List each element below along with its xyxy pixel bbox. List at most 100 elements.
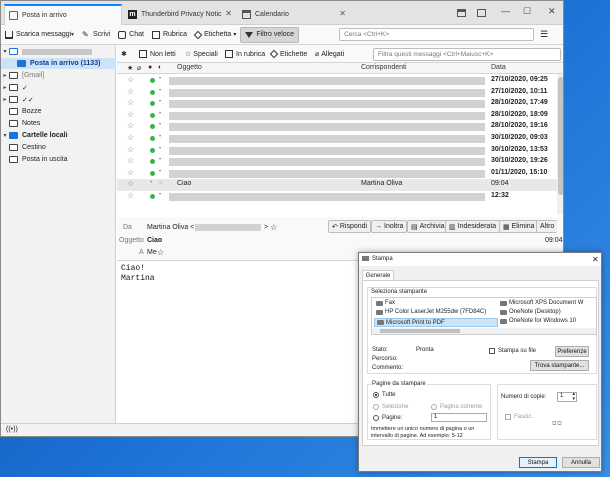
junk-status-icon[interactable]: • [159, 99, 161, 105]
preferences-button[interactable]: Preferenze [555, 346, 589, 357]
table-row[interactable]: ☆ • 27/10/2020, 09:25 [117, 75, 557, 87]
write-button[interactable]: ✎ Scrivi [78, 27, 114, 43]
filter-starred-button[interactable]: ☆ Speciali [185, 48, 218, 60]
delete-button[interactable]: ▦ Elimina [499, 220, 539, 233]
all-pages-radio[interactable] [373, 392, 379, 398]
attachment-column-icon[interactable]: ⌀ [137, 64, 141, 72]
filter-tags-button[interactable]: Etichette [269, 48, 307, 60]
table-row[interactable]: ☆ • 30/10/2020, 19:26 [117, 156, 557, 168]
junk-status-icon[interactable]: • [159, 111, 161, 117]
spinner-icon[interactable]: ▴ ▾ [572, 392, 575, 402]
junk-status-icon[interactable]: • [159, 76, 161, 82]
account-row[interactable]: ▾ [1, 46, 116, 57]
expand-icon[interactable]: ▸ [1, 96, 9, 103]
junk-status-icon[interactable]: • [159, 192, 161, 198]
from-name[interactable]: Martina Oliva < [147, 224, 194, 231]
star-icon[interactable]: ☆ [270, 223, 277, 232]
star-icon[interactable]: ☆ [127, 156, 134, 165]
find-printer-button[interactable]: Trova stampante... [530, 360, 589, 371]
print-button[interactable]: Stampa [519, 457, 557, 468]
star-icon[interactable]: ☆ [127, 98, 134, 107]
filter-attachments-button[interactable]: ⌀ Allegati [315, 48, 344, 60]
junk-status-icon[interactable]: • [150, 180, 152, 186]
folder-trash[interactable]: Cestino [1, 142, 116, 153]
hamburger-menu-icon[interactable]: ☰ [540, 29, 548, 40]
star-icon[interactable]: ☆ [127, 110, 134, 119]
folder-double-check[interactable]: ▸ ✓✓ [1, 94, 116, 105]
junk-status-icon[interactable]: • [159, 169, 161, 175]
close-tab-icon[interactable]: ✕ [225, 9, 232, 18]
cancel-button[interactable]: Annulla [562, 457, 600, 468]
unread-dot-icon[interactable] [150, 78, 155, 83]
filter-messages-input[interactable]: Filtra questi messaggi <Ctrl+Maiusc+K> [373, 48, 561, 61]
pages-input[interactable]: 1 [431, 413, 487, 422]
junk-status-icon[interactable]: • [159, 122, 161, 128]
print-to-file-checkbox[interactable] [489, 348, 495, 354]
collapse-icon[interactable]: ▾ [1, 132, 9, 139]
filter-contacts-button[interactable]: In rubrica [225, 48, 265, 60]
tag-button[interactable]: Etichetta ▾ [191, 27, 240, 43]
table-row[interactable]: ☆ • 27/10/2020, 10:11 [117, 87, 557, 99]
unread-dot-icon[interactable] [150, 170, 155, 176]
star-icon[interactable]: ☆ [127, 145, 134, 154]
collate-checkbox[interactable] [505, 414, 511, 420]
tab-privacy-notice[interactable]: m Thunderbird Privacy Notic ✕ [124, 4, 236, 25]
table-row[interactable]: ☆ • 01/11/2020, 15:10 [117, 168, 557, 180]
table-row[interactable]: ☆ • 28/10/2020, 17:49 [117, 98, 557, 110]
chat-button[interactable]: Chat [114, 27, 148, 43]
filter-unread-button[interactable]: Non letti [139, 48, 176, 60]
close-icon[interactable]: ✕ [592, 255, 599, 264]
unread-dot-icon[interactable] [150, 194, 155, 199]
archive-button[interactable]: ▤ Archivia [407, 220, 449, 233]
junk-column-icon[interactable]: ◐ [158, 64, 162, 71]
star-icon[interactable]: ☆ [127, 191, 134, 200]
expand-icon[interactable]: ▸ [1, 84, 9, 91]
close-tab-icon[interactable]: ✕ [339, 9, 346, 18]
unread-dot-icon[interactable] [150, 159, 155, 165]
junk-button[interactable]: ▥ Indesiderata [445, 220, 501, 233]
subject-column-header[interactable]: Oggetto [177, 64, 202, 71]
junk-status-icon[interactable]: • [159, 146, 161, 152]
unread-dot-icon[interactable] [150, 101, 155, 107]
collapse-icon[interactable]: ▾ [1, 48, 9, 55]
junk-status-icon[interactable]: • [159, 88, 161, 94]
copies-input[interactable]: 1 ▴ ▾ [557, 392, 577, 402]
table-row[interactable]: ☆ • 28/10/2020, 18:09 [117, 110, 557, 122]
tab-calendar[interactable]: Calendario ✕ [238, 4, 350, 25]
star-icon[interactable]: ☆ [127, 121, 134, 130]
pages-radio[interactable] [373, 415, 379, 421]
calendar-button-icon[interactable] [457, 9, 466, 17]
unread-dot-icon[interactable] [150, 124, 155, 130]
folder-outbox[interactable]: Posta in uscita [1, 154, 116, 165]
search-input[interactable]: Cerca <Ctrl+K> [339, 28, 535, 41]
get-messages-dropdown-icon[interactable]: ▾ [71, 31, 74, 38]
printer-item[interactable]: Fax [376, 300, 395, 306]
selection-radio[interactable] [373, 404, 379, 410]
star-icon[interactable]: ☆ [157, 248, 164, 257]
junk-status-icon[interactable]: • [159, 134, 161, 140]
printer-item[interactable]: OneNote for Windows 10 [500, 318, 576, 324]
pin-icon[interactable]: ✱ [121, 48, 127, 60]
table-row[interactable]: ☆ • 30/10/2020, 09:03 [117, 133, 557, 145]
star-icon[interactable]: ☆ [127, 179, 134, 188]
unread-dot-icon[interactable] [150, 89, 155, 95]
table-row[interactable]: ☆ • 12:32 [117, 191, 557, 203]
forward-button[interactable]: → Inoltra [371, 220, 408, 233]
tab-inbox[interactable]: Posta in arrivo [4, 4, 122, 25]
star-icon[interactable]: ☆ [127, 133, 134, 142]
table-row-selected[interactable]: ☆ • ○ Ciao Martina Oliva 09:04 [117, 179, 563, 191]
close-window-icon[interactable]: ✕ [548, 6, 556, 17]
star-column-icon[interactable]: ★ [127, 64, 133, 72]
thread-status-icon[interactable]: ○ [159, 180, 163, 186]
printer-item[interactable]: OneNote (Desktop) [500, 309, 561, 315]
address-book-button[interactable]: Rubrica [148, 27, 191, 43]
table-row[interactable]: ☆ • 28/10/2020, 19:16 [117, 121, 557, 133]
junk-status-icon[interactable]: • [159, 157, 161, 163]
read-column-icon[interactable]: ● [148, 64, 152, 71]
minimize-icon[interactable]: — [501, 6, 510, 16]
scrollbar-thumb[interactable] [380, 329, 460, 333]
printer-item[interactable]: HP Color LaserJet M255dw (7FD84C) [376, 309, 486, 315]
correspondents-column-header[interactable]: Corrispondenti [361, 64, 407, 71]
expand-icon[interactable]: ▸ [1, 72, 9, 79]
quick-filter-button[interactable]: Filtro veloce [240, 26, 300, 43]
